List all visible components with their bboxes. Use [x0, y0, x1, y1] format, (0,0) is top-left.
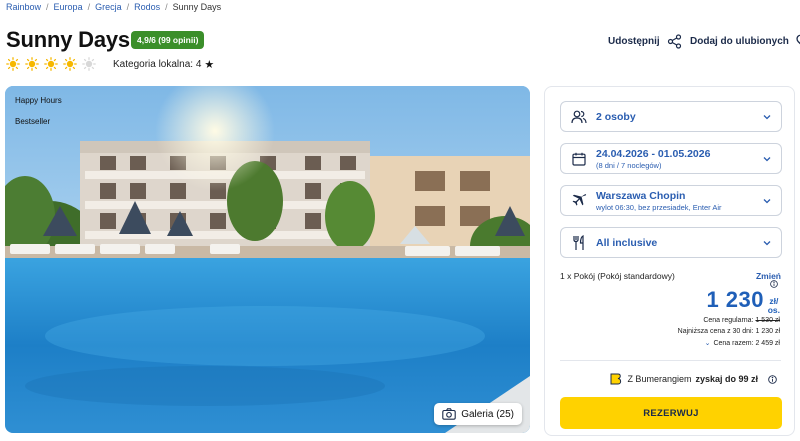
dates-select[interactable]: 24.04.2026 - 01.05.2026 (8 dni / 7 nocle…	[560, 143, 782, 174]
bumerang-promo: Z Bumerangiem zyskaj do 99 zł	[609, 372, 777, 386]
price-unit-person: os.	[767, 305, 780, 315]
chevron-down-icon: ⌄	[704, 340, 711, 347]
chevron-down-icon	[763, 198, 771, 203]
gallery-label: Galeria (25)	[461, 408, 514, 420]
sun-icon	[25, 57, 39, 71]
total-price-line[interactable]: ⌄ Cena razem: 2 459 zł	[705, 339, 780, 347]
sun-icon	[6, 57, 20, 71]
gallery-button[interactable]: Galeria (25)	[434, 403, 522, 425]
people-select[interactable]: 2 osoby	[560, 101, 782, 132]
chevron-down-icon	[763, 114, 771, 119]
hotel-photo[interactable]: Happy Hours Bestseller Galeria (25)	[5, 86, 530, 433]
price-unit: zł/os.	[768, 297, 780, 315]
people-value: 2 osoby	[596, 110, 636, 123]
info-icon[interactable]	[770, 280, 778, 288]
rating-badge[interactable]: 4,9/6 (99 opinii)	[131, 31, 205, 49]
departure-details: wylot 06:30, bez przesiadek, Enter Air	[596, 202, 722, 212]
regular-price-label: Cena regularna:	[703, 317, 754, 324]
board-select[interactable]: All inclusive	[560, 227, 782, 258]
camera-icon	[442, 408, 456, 420]
departure-select[interactable]: Warszawa Chopin wylot 06:30, bez przesia…	[560, 185, 782, 216]
favorite-button[interactable]: Dodaj do ulubionych	[690, 34, 800, 49]
sun-icon	[63, 57, 77, 71]
breadcrumb-europa[interactable]: Europa	[54, 2, 83, 12]
bestseller-tag: Bestseller	[15, 117, 51, 126]
local-category: Kategoria lokalna: 4 ★	[113, 58, 214, 71]
dates-value: 24.04.2026 - 01.05.2026	[596, 147, 711, 160]
dates-duration: (8 dni / 7 noclegów)	[596, 160, 662, 170]
reserve-button[interactable]: REZERWUJ	[560, 397, 782, 429]
heart-icon	[796, 34, 800, 45]
happy-hours-tag: Happy Hours	[15, 96, 62, 105]
lowest-price-line: Najniższa cena z 30 dni: 1 230 zł	[677, 328, 780, 335]
chevron-down-icon	[763, 156, 771, 161]
breadcrumb-grecja[interactable]: Grecja	[95, 2, 122, 12]
sun-empty-icon	[82, 57, 96, 71]
room-info: 1 x Pokój (Pokój standardowy)	[560, 271, 675, 281]
breadcrumb-rodos[interactable]: Rodos	[134, 2, 160, 12]
people-icon	[571, 109, 587, 125]
hotel-pool-image	[5, 86, 530, 433]
breadcrumb-rainbow[interactable]: Rainbow	[6, 2, 41, 12]
total-price-label: Cena razem: 2 459 zł	[713, 340, 780, 347]
breadcrumb-current: Sunny Days	[172, 2, 222, 12]
hotel-title: Sunny Days	[6, 27, 130, 52]
divider	[560, 360, 781, 361]
info-icon[interactable]	[768, 374, 777, 384]
booking-panel: 2 osoby 24.04.2026 - 01.05.2026 (8 dni /…	[544, 86, 795, 436]
calendar-icon	[571, 151, 587, 167]
bumerang-text: Z Bumerangiem	[627, 374, 692, 384]
sun-icon	[44, 57, 58, 71]
airplane-icon	[571, 193, 587, 209]
sun-rating	[6, 57, 96, 71]
bumerang-logo-icon	[610, 373, 622, 385]
regular-price-line: Cena regularna: 1 530 zł	[703, 317, 780, 324]
local-category-label: Kategoria lokalna: 4	[113, 59, 202, 70]
share-label: Udostępnij	[608, 36, 660, 47]
breadcrumb-separator: /	[46, 2, 49, 12]
price-value: 1 230	[706, 287, 764, 312]
favorite-label: Dodaj do ulubionych	[690, 36, 789, 47]
breadcrumb-separator: /	[165, 2, 168, 12]
chevron-down-icon	[763, 240, 771, 245]
regular-price-value: 1 530 zł	[755, 317, 780, 324]
share-button[interactable]: Udostępnij	[608, 34, 682, 49]
departure-airport: Warszawa Chopin	[596, 189, 686, 202]
cutlery-icon	[571, 234, 587, 251]
board-value: All inclusive	[596, 236, 658, 249]
star-icon: ★	[204, 59, 215, 71]
bumerang-amount: zyskaj do 99 zł	[695, 374, 758, 384]
breadcrumb: Rainbow / Europa / Grecja / Rodos / Sunn…	[6, 2, 221, 12]
breadcrumb-separator: /	[126, 2, 130, 12]
share-icon	[667, 34, 681, 49]
breadcrumb-separator: /	[87, 2, 91, 12]
